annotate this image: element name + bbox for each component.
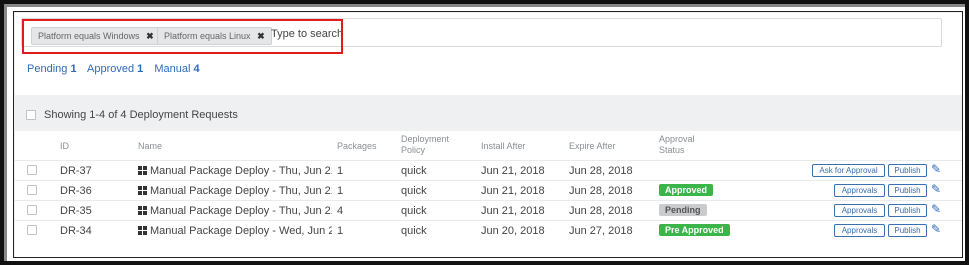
- screenshot-frame: Platform equals Windows ✖ Platform equal…: [0, 0, 969, 265]
- row-expire-after: Jun 28, 2018: [569, 185, 633, 197]
- edit-icon[interactable]: ✎: [931, 162, 941, 176]
- row-id: DR-36: [60, 185, 92, 197]
- publish-button[interactable]: Publish: [888, 164, 927, 177]
- row-expire-after: Jun 27, 2018: [569, 225, 633, 237]
- filter-search-box[interactable]: Platform equals Windows ✖ Platform equal…: [21, 18, 942, 47]
- column-header-approval-status: Approval Status: [659, 134, 695, 155]
- row-install-after: Jun 21, 2018: [481, 185, 545, 197]
- column-header-install-after: Install After: [481, 141, 526, 151]
- row-checkbox[interactable]: [27, 225, 37, 235]
- windows-icon: [138, 206, 147, 215]
- row-checkbox[interactable]: [27, 165, 37, 175]
- row-name[interactable]: Manual Package Deploy - Wed, Jun 20...: [138, 225, 332, 237]
- filter-chip-label: Platform equals Windows: [38, 31, 140, 41]
- deployment-requests-table: ID Name Packages Deployment Policy Instal…: [15, 131, 962, 257]
- row-policy: quick: [401, 225, 427, 237]
- tab-manual[interactable]: Manual 4: [154, 63, 199, 75]
- row-name[interactable]: Manual Package Deploy - Thu, Jun 21, ...: [138, 165, 332, 177]
- deployment-requests-view: Platform equals Windows ✖ Platform equal…: [13, 11, 963, 258]
- row-install-after: Jun 21, 2018: [481, 165, 545, 177]
- windows-icon: [138, 166, 147, 175]
- approvals-button[interactable]: Approvals: [834, 224, 885, 237]
- row-name[interactable]: Manual Package Deploy - Thu, Jun 21, ...: [138, 185, 332, 197]
- ask-for-approval-button[interactable]: Ask for Approval: [812, 164, 885, 177]
- approvals-button[interactable]: Approvals: [834, 184, 885, 197]
- search-input[interactable]: [271, 25, 431, 43]
- table-row[interactable]: DR-34 Manual Package Deploy - Wed, Jun 2…: [15, 220, 962, 240]
- row-name[interactable]: Manual Package Deploy - Thu, Jun 21, ...: [138, 205, 332, 217]
- row-policy: quick: [401, 205, 427, 217]
- row-checkbox[interactable]: [27, 205, 37, 215]
- row-id: DR-35: [60, 205, 92, 217]
- row-install-after: Jun 20, 2018: [481, 225, 545, 237]
- column-header-policy: Deployment Policy: [401, 134, 450, 155]
- row-policy: quick: [401, 165, 427, 177]
- column-header-name: Name: [138, 141, 163, 151]
- status-tabs: Pending 1 Approved 1 Manual 4: [27, 63, 208, 75]
- tab-pending[interactable]: Pending 1: [27, 63, 77, 75]
- row-id: DR-37: [60, 165, 92, 177]
- row-install-after: Jun 21, 2018: [481, 205, 545, 217]
- row-id: DR-34: [60, 225, 92, 237]
- row-checkbox[interactable]: [27, 185, 37, 195]
- column-header-packages: Packages: [337, 141, 377, 151]
- filter-chip-windows[interactable]: Platform equals Windows ✖: [31, 27, 161, 45]
- publish-button[interactable]: Publish: [888, 224, 927, 237]
- results-count-text: Showing 1-4 of 4 Deployment Requests: [44, 109, 238, 121]
- filter-chip-label: Platform equals Linux: [164, 31, 251, 41]
- row-packages: 1: [337, 165, 344, 177]
- row-packages: 1: [337, 185, 344, 197]
- table-row[interactable]: DR-35 Manual Package Deploy - Thu, Jun 2…: [15, 200, 962, 220]
- remove-filter-icon[interactable]: ✖: [146, 31, 154, 41]
- edit-icon[interactable]: ✎: [931, 222, 941, 236]
- approvals-button[interactable]: Approvals: [834, 204, 885, 217]
- status-badge: Approved: [659, 184, 714, 196]
- tab-approved[interactable]: Approved 1: [87, 63, 143, 75]
- column-header-expire-after: Expire After: [569, 141, 616, 151]
- row-packages: 4: [337, 205, 344, 217]
- row-packages: 1: [337, 225, 344, 237]
- edit-icon[interactable]: ✎: [931, 202, 941, 216]
- status-badge: Pending: [659, 204, 707, 216]
- results-summary: Showing 1-4 of 4 Deployment Requests: [26, 109, 238, 121]
- table-row[interactable]: DR-37 Manual Package Deploy - Thu, Jun 2…: [15, 160, 962, 180]
- windows-icon: [138, 226, 147, 235]
- row-expire-after: Jun 28, 2018: [569, 165, 633, 177]
- row-policy: quick: [401, 185, 427, 197]
- edit-icon[interactable]: ✎: [931, 182, 941, 196]
- filter-chip-linux[interactable]: Platform equals Linux ✖: [157, 27, 272, 45]
- status-badge: Pre Approved: [659, 224, 730, 236]
- row-expire-after: Jun 28, 2018: [569, 205, 633, 217]
- publish-button[interactable]: Publish: [888, 204, 927, 217]
- select-all-checkbox[interactable]: [26, 110, 36, 120]
- column-header-id: ID: [60, 141, 69, 151]
- windows-icon: [138, 186, 147, 195]
- table-row[interactable]: DR-36 Manual Package Deploy - Thu, Jun 2…: [15, 180, 962, 200]
- publish-button[interactable]: Publish: [888, 184, 927, 197]
- remove-filter-icon[interactable]: ✖: [257, 31, 265, 41]
- filter-panel: Platform equals Windows ✖ Platform equal…: [15, 13, 962, 95]
